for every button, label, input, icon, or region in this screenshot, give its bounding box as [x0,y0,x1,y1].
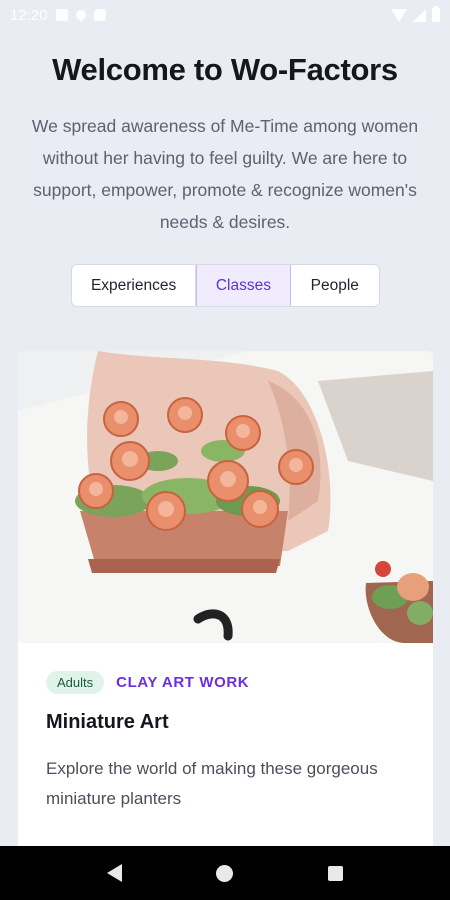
wifi-icon [391,8,407,22]
tab-experiences[interactable]: Experiences [72,265,197,306]
status-time: 12:20 [10,6,48,24]
sd-card-icon [93,9,106,21]
signal-icon [413,8,426,22]
tab-people[interactable]: People [291,265,379,306]
tab-classes[interactable]: Classes [196,265,291,306]
photo-icon [55,9,68,21]
card-image [18,351,433,643]
recents-icon[interactable] [327,865,343,881]
back-icon[interactable] [107,864,123,882]
category-tabs: Experiences Classes People [71,264,380,307]
category-label: CLAY ART WORK [116,674,250,691]
home-icon[interactable] [216,864,234,882]
card-description: Explore the world of making these gorgeo… [46,759,378,808]
card-tags: Adults CLAY ART WORK [46,671,249,694]
battery-icon [432,6,440,22]
status-right [391,6,440,22]
audience-badge: Adults [46,671,105,694]
system-nav-bar [0,846,450,900]
status-left: 12:20 [10,7,106,24]
status-bar: 12:20 [0,0,450,30]
card-title: Miniature Art [46,711,169,733]
class-card[interactable]: Adults CLAY ART WORK Miniature Art Explo… [18,351,433,871]
drop-icon [73,7,88,23]
page-subtitle: We spread awareness of Me-Time among wom… [31,116,419,232]
page-title: Welcome to Wo-Factors [52,52,398,87]
